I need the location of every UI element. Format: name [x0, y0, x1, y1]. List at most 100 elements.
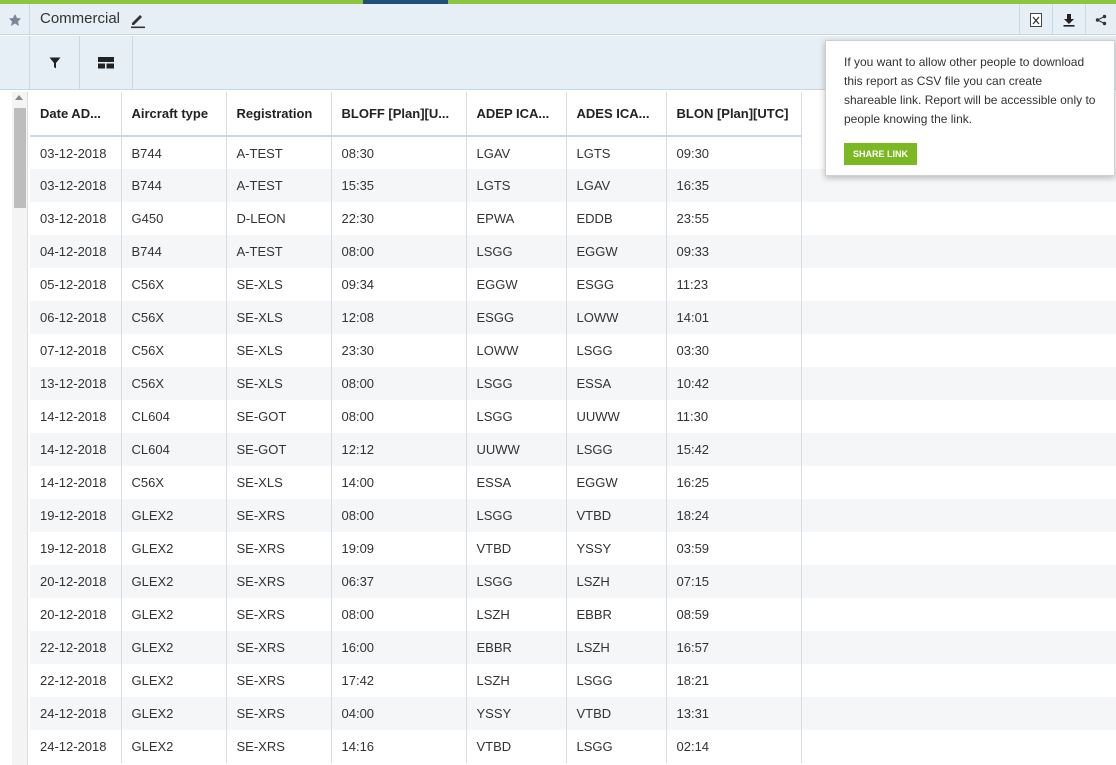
table-row[interactable]: 03-12-2018 B744 A-TEST 15:35 LGTS LGAV 16:35	[30, 169, 802, 202]
cell-date: 22-12-2018	[30, 664, 122, 697]
column-header-adep[interactable]: ADEP ICA...	[466, 92, 567, 137]
cell-date: 03-12-2018	[30, 202, 122, 235]
table-row[interactable]: 22-12-2018 GLEX2 SE-XRS 17:42 LSZH LSGG 18:21	[30, 664, 802, 697]
cell-blon: 10:42	[666, 367, 802, 400]
cell-ades: LGTS	[566, 136, 667, 169]
table-row[interactable]: 03-12-2018 B744 A-TEST 08:30 LGAV LGTS 09:30	[30, 136, 802, 169]
cell-ades: LSZH	[566, 565, 667, 598]
cell-aircraft-type: CL604	[121, 400, 227, 433]
pin-button[interactable]	[0, 4, 30, 35]
cell-registration: SE-XRS	[226, 697, 332, 730]
report-title: Commercial	[40, 10, 121, 27]
cell-aircraft-type: G450	[121, 202, 227, 235]
cell-adep: ESGG	[466, 301, 567, 334]
table-row[interactable]: 04-12-2018 B744 A-TEST 08:00 LSGG EGGW 09:33	[30, 235, 802, 268]
scroll-up-arrow-icon[interactable]	[15, 95, 23, 100]
column-header-aircraft-type[interactable]: Aircraft type	[121, 92, 227, 137]
cell-date: 05-12-2018	[30, 268, 122, 301]
cell-date: 19-12-2018	[30, 532, 122, 565]
column-header-bloff[interactable]: BLOFF [Plan][U...	[331, 92, 467, 137]
cell-date: 24-12-2018	[30, 697, 122, 730]
column-header-ades[interactable]: ADES ICA...	[566, 92, 667, 137]
cell-bloff: 22:30	[331, 202, 467, 235]
cell-aircraft-type: GLEX2	[121, 664, 227, 697]
cell-registration: SE-GOT	[226, 400, 332, 433]
cell-ades: VTBD	[566, 697, 667, 730]
table-row[interactable]: 19-12-2018 GLEX2 SE-XRS 08:00 LSGG VTBD 18:24	[30, 499, 802, 532]
cell-adep: YSSY	[466, 697, 567, 730]
table-row[interactable]: 20-12-2018 GLEX2 SE-XRS 08:00 LSZH EBBR 08:59	[30, 598, 802, 631]
cell-ades: LSGG	[566, 334, 667, 367]
table-row[interactable]: 19-12-2018 GLEX2 SE-XRS 19:09 VTBD YSSY 03:59	[30, 532, 802, 565]
cell-aircraft-type: C56X	[121, 268, 227, 301]
cell-bloff: 12:08	[331, 301, 467, 334]
cell-aircraft-type: C56X	[121, 367, 227, 400]
cell-ades: LSGG	[566, 433, 667, 466]
cell-bloff: 08:00	[331, 499, 467, 532]
cell-date: 04-12-2018	[30, 235, 122, 268]
share-icon	[1095, 14, 1107, 25]
row-stripe-extension	[801, 499, 1116, 532]
table-row[interactable]: 24-12-2018 GLEX2 SE-XRS 04:00 YSSY VTBD 13:31	[30, 697, 802, 730]
table-row[interactable]: 22-12-2018 GLEX2 SE-XRS 16:00 EBBR LSZH 16:57	[30, 631, 802, 664]
table-row[interactable]: 07-12-2018 C56X SE-XLS 23:30 LOWW LSGG 03:30	[30, 334, 802, 367]
cell-date: 14-12-2018	[30, 433, 122, 466]
cell-registration: SE-XRS	[226, 565, 332, 598]
share-button[interactable]	[1085, 4, 1116, 35]
cell-blon: 08:59	[666, 598, 802, 631]
column-header-date[interactable]: Date AD...	[30, 92, 122, 137]
cell-adep: EGGW	[466, 268, 567, 301]
cell-adep: LSGG	[466, 367, 567, 400]
cell-blon: 02:14	[666, 730, 802, 763]
table-row[interactable]: 05-12-2018 C56X SE-XLS 09:34 EGGW ESGG 11:23	[30, 268, 802, 301]
scroll-thumb[interactable]	[14, 108, 26, 208]
cell-bloff: 15:35	[331, 169, 467, 202]
cell-blon: 09:33	[666, 235, 802, 268]
cell-adep: LSGG	[466, 235, 567, 268]
table-row[interactable]: 24-12-2018 GLEX2 SE-XRS 14:16 VTBD LSGG 02:14	[30, 730, 802, 763]
table-row[interactable]: 06-12-2018 C56X SE-XLS 12:08 ESGG LOWW 14:01	[30, 301, 802, 334]
cell-date: 19-12-2018	[30, 499, 122, 532]
layout-button[interactable]	[80, 36, 133, 90]
cell-registration: A-TEST	[226, 235, 332, 268]
cell-blon: 16:57	[666, 631, 802, 664]
cell-bloff: 19:09	[331, 532, 467, 565]
cell-ades: LSZH	[566, 631, 667, 664]
cell-ades: LSGG	[566, 730, 667, 763]
cell-ades: VTBD	[566, 499, 667, 532]
table-row[interactable]: 03-12-2018 G450 D-LEON 22:30 EPWA EDDB 23:55	[30, 202, 802, 235]
cell-bloff: 16:00	[331, 631, 467, 664]
cell-date: 20-12-2018	[30, 565, 122, 598]
download-button[interactable]	[1052, 4, 1085, 35]
cell-ades: LOWW	[566, 301, 667, 334]
table-row[interactable]: 14-12-2018 C56X SE-XLS 14:00 ESSA EGGW 16:25	[30, 466, 802, 499]
column-header-registration[interactable]: Registration	[226, 92, 332, 137]
share-link-button[interactable]: SHARE LINK	[844, 143, 918, 165]
cell-date: 07-12-2018	[30, 334, 122, 367]
cell-blon: 16:25	[666, 466, 802, 499]
vertical-scrollbar[interactable]	[12, 92, 28, 765]
cell-ades: LSGG	[566, 664, 667, 697]
cell-registration: SE-XLS	[226, 367, 332, 400]
cell-blon: 07:15	[666, 565, 802, 598]
table-row[interactable]: 14-12-2018 CL604 SE-GOT 08:00 LSGG UUWW 11:30	[30, 400, 802, 433]
table-row[interactable]: 14-12-2018 CL604 SE-GOT 12:12 UUWW LSGG 15:42	[30, 433, 802, 466]
row-stripe-extension	[801, 235, 1116, 268]
cell-adep: UUWW	[466, 433, 567, 466]
column-header-blon[interactable]: BLON [Plan][UTC]	[666, 92, 802, 137]
cell-bloff: 04:00	[331, 697, 467, 730]
edit-title-button[interactable]	[129, 11, 147, 29]
filter-button[interactable]	[30, 36, 80, 90]
cell-adep: EBBR	[466, 631, 567, 664]
cell-aircraft-type: C56X	[121, 334, 227, 367]
cell-ades: EBBR	[566, 598, 667, 631]
table-row[interactable]: 13-12-2018 C56X SE-XLS 08:00 LSGG ESSA 10:42	[30, 367, 802, 400]
cell-date: 20-12-2018	[30, 598, 122, 631]
table-row[interactable]: 20-12-2018 GLEX2 SE-XRS 06:37 LSGG LSZH 07:15	[30, 565, 802, 598]
cell-blon: 23:55	[666, 202, 802, 235]
export-excel-button[interactable]	[1019, 4, 1052, 35]
cell-registration: A-TEST	[226, 169, 332, 202]
excel-icon	[1030, 12, 1042, 27]
cell-aircraft-type: C56X	[121, 301, 227, 334]
cell-bloff: 08:30	[331, 136, 467, 169]
